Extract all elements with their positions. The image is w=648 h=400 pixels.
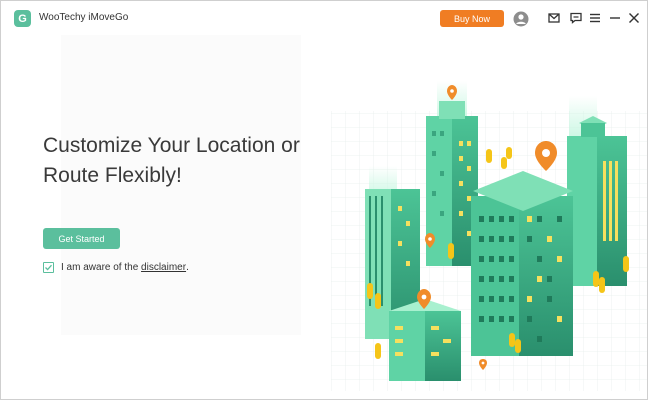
minimize-icon[interactable] <box>609 12 621 24</box>
app-title: WooTechy iMoveGo <box>39 12 129 23</box>
feedback-icon[interactable] <box>570 12 582 24</box>
disclaimer-agreement: I am aware of the disclaimer. <box>43 262 189 273</box>
disclaimer-link[interactable]: disclaimer <box>141 262 186 273</box>
app-window: G WooTechy iMoveGo Buy Now Customize You… <box>0 0 648 400</box>
building-main <box>471 171 573 356</box>
buy-now-button[interactable]: Buy Now <box>440 10 504 27</box>
page-headline: Customize Your Location or Route Flexibl… <box>43 131 343 191</box>
app-logo-icon: G <box>14 10 31 27</box>
checkmark-icon <box>45 264 52 271</box>
mail-icon[interactable] <box>548 12 560 24</box>
aware-text: I am aware of the <box>61 262 139 273</box>
get-started-button[interactable]: Get Started <box>43 228 120 249</box>
agree-checkbox[interactable] <box>43 262 54 273</box>
menu-icon[interactable] <box>589 12 601 24</box>
close-icon[interactable] <box>628 12 640 24</box>
building-front-small <box>389 299 461 381</box>
city-buildings-illustration <box>331 81 647 391</box>
account-icon[interactable] <box>513 11 529 27</box>
headline-line-1: Customize Your Location or <box>43 134 300 157</box>
title-bar: G WooTechy iMoveGo Buy Now <box>1 1 647 35</box>
headline-line-2: Route Flexibly! <box>43 164 182 187</box>
aware-suffix: . <box>186 262 189 273</box>
